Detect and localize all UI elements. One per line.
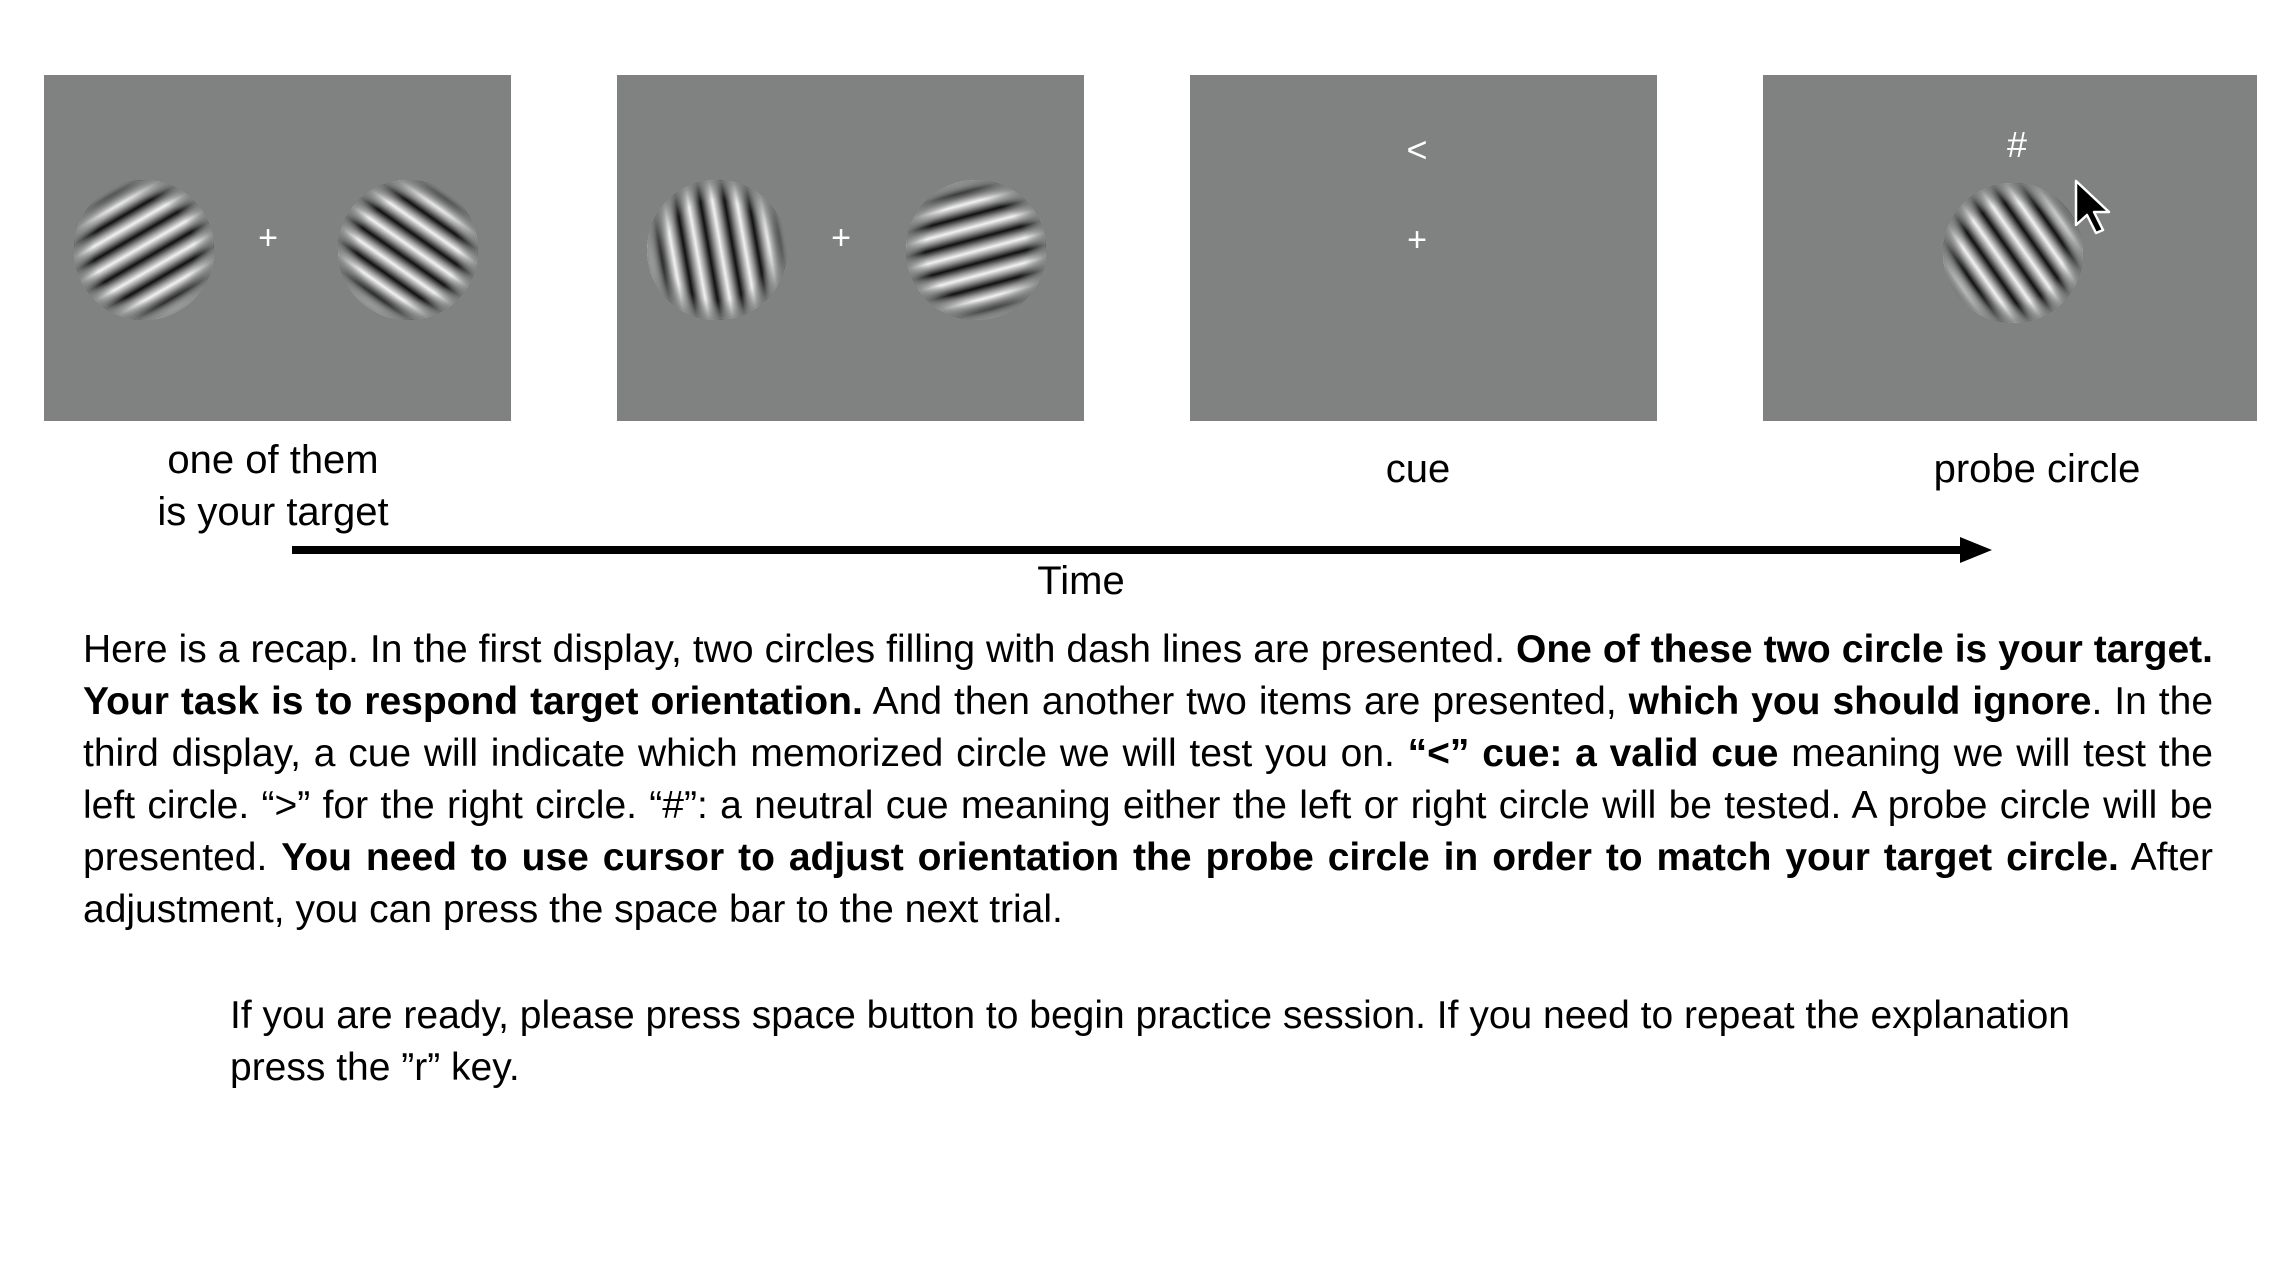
fixation-cross: +	[831, 219, 851, 257]
recap-bold-cue: “<” cue: a valid cue	[1407, 732, 1779, 775]
recap-bold-adjust: You need to use cursor to adjust orienta…	[281, 836, 2119, 879]
timeline-arrowhead-icon	[1960, 537, 1992, 563]
cue-caption: cue	[1385, 447, 1451, 491]
recap-text: Here is a recap. In the first display, t…	[83, 628, 1516, 671]
neutral-cue-symbol: #	[2006, 124, 2028, 165]
ready-prompt: If you are ready, please press space but…	[230, 994, 2070, 1089]
time-label: Time	[1037, 559, 1125, 603]
cursor-pointer-icon	[2074, 179, 2111, 235]
fixation-cross: +	[258, 219, 278, 257]
distractor-display-panel: +	[617, 75, 1084, 421]
right-grating	[906, 180, 1046, 320]
cue-symbol: <	[1406, 129, 1428, 170]
left-grating	[647, 180, 787, 320]
cue-display-panel: < +	[1190, 75, 1657, 421]
timeline-arrow-shaft	[292, 546, 1972, 554]
recap-bold-ignore: which you should ignore	[1628, 680, 2092, 723]
probe-caption: probe circle	[1933, 447, 2141, 491]
recap-paragraph: Here is a recap. In the first display, t…	[83, 624, 2213, 936]
fixation-cross: +	[1407, 221, 1427, 259]
encoding-display-panel: +	[44, 75, 511, 421]
encoding-caption: one of them is your target	[157, 438, 389, 534]
probe-display-panel: #	[1763, 75, 2257, 421]
right-grating	[338, 180, 478, 320]
recap-text: And then another two items are presented…	[862, 680, 1629, 723]
